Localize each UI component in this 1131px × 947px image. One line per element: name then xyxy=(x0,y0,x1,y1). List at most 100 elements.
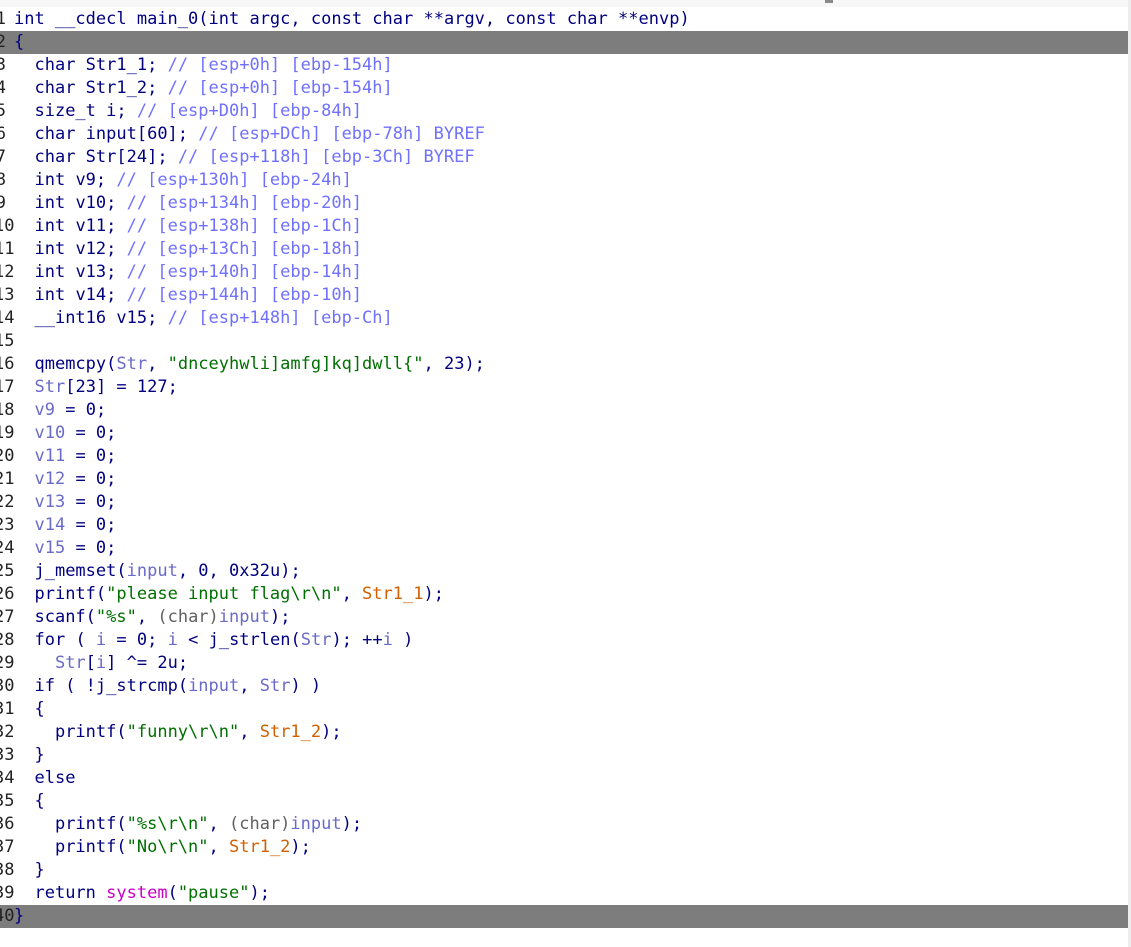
code-line[interactable]: 36 printf("%s\r\n", (char)input); xyxy=(0,813,1131,836)
line-number: 20 xyxy=(0,446,15,466)
token-fn[interactable]: printf xyxy=(55,837,116,857)
token-fn[interactable]: j_strlen xyxy=(209,630,291,650)
token-fn[interactable]: scanf xyxy=(34,607,85,627)
token-pn: , xyxy=(423,354,444,374)
code-line[interactable]: 15 xyxy=(0,330,1131,353)
token-lv[interactable]: v13 xyxy=(34,492,65,512)
code-line[interactable]: 17 Str[23] = 127; xyxy=(0,376,1131,399)
token-lv[interactable]: input xyxy=(219,607,270,627)
line-number: 7 xyxy=(0,147,6,167)
token-lv[interactable]: input xyxy=(188,676,239,696)
code-line[interactable]: 32 printf("funny\r\n", Str1_2); xyxy=(0,721,1131,744)
code-text: __int16 v15; // [esp+148h] [ebp-Ch] xyxy=(14,307,393,330)
token-pn xyxy=(14,584,34,604)
code-line[interactable]: 18 v9 = 0; xyxy=(0,399,1131,422)
code-line[interactable]: 7 char Str[24]; // [esp+118h] [ebp-3Ch] … xyxy=(0,146,1131,169)
code-line[interactable]: 6 char input[60]; // [esp+DCh] [ebp-78h]… xyxy=(0,123,1131,146)
token-fn[interactable]: printf xyxy=(55,814,116,834)
token-pn: ; xyxy=(106,538,117,558)
code-line[interactable]: 26 printf("please input flag\r\n", Str1_… xyxy=(0,583,1131,606)
code-text: Str[23] = 127; xyxy=(14,376,177,399)
code-line[interactable]: 13 int v14; // [esp+144h] [ebp-10h] xyxy=(0,284,1131,307)
token-fn[interactable]: j_memset xyxy=(34,561,116,581)
code-text: char Str[24]; // [esp+118h] [ebp-3Ch] BY… xyxy=(14,146,474,169)
token-lv[interactable]: i xyxy=(96,653,106,673)
code-line[interactable]: 27 scanf("%s", (char)input); xyxy=(0,606,1131,629)
token-lv[interactable]: Str xyxy=(34,377,65,397)
code-line[interactable]: 33 } xyxy=(0,744,1131,767)
token-gv[interactable]: Str1_2 xyxy=(260,722,321,742)
pseudocode-view[interactable]: 1 int __cdecl main_0(int argc, const char… xyxy=(0,0,1131,947)
token-pn: ; xyxy=(106,285,127,305)
token-lv[interactable]: v12 xyxy=(34,469,65,489)
code-line[interactable]: 28 for ( i = 0; i < j_strlen(Str); ++i ) xyxy=(0,629,1131,652)
code-line[interactable]: 25 j_memset(input, 0, 0x32u); xyxy=(0,560,1131,583)
code-line[interactable]: 34 else xyxy=(0,767,1131,790)
code-line[interactable]: 5 size_t i; // [esp+D0h] [ebp-84h] xyxy=(0,100,1131,123)
token-fn[interactable]: printf xyxy=(34,584,95,604)
token-pn: ( xyxy=(116,837,127,857)
token-pn xyxy=(14,561,34,581)
token-fn[interactable]: j_strcmp xyxy=(96,676,178,696)
code-line[interactable]: 39 return system("pause"); xyxy=(0,882,1131,905)
token-pn: ; xyxy=(147,630,168,650)
token-gv[interactable]: Str1_1 xyxy=(362,584,423,604)
code-line[interactable]: 24 v15 = 0; xyxy=(0,537,1131,560)
code-line[interactable]: 19 v10 = 0; xyxy=(0,422,1131,445)
code-line[interactable]: 40} xyxy=(0,905,1131,928)
scroll-indicator[interactable] xyxy=(825,0,833,3)
token-lv[interactable]: v15 xyxy=(34,538,65,558)
token-lv[interactable]: Str xyxy=(55,653,86,673)
token-lv[interactable]: v9 xyxy=(34,400,54,420)
token-pn xyxy=(14,768,34,788)
code-line[interactable]: 16 qmemcpy(Str, "dnceyhwli]amfg]kq]dwll{… xyxy=(0,353,1131,376)
code-text: size_t i; // [esp+D0h] [ebp-84h] xyxy=(14,100,362,123)
code-line[interactable]: 14 __int16 v15; // [esp+148h] [ebp-Ch] xyxy=(0,307,1131,330)
code-line[interactable]: 12 int v13; // [esp+140h] [ebp-14h] xyxy=(0,261,1131,284)
token-imp[interactable]: system xyxy=(106,883,167,903)
token-lv[interactable]: Str xyxy=(116,354,147,374)
token-kw: const char xyxy=(310,9,424,29)
token-lv[interactable]: input xyxy=(290,814,341,834)
code-line[interactable]: 4 char Str1_2; // [esp+0h] [ebp-154h] xyxy=(0,77,1131,100)
line-number: 37 xyxy=(0,837,15,857)
token-num: 0 xyxy=(95,515,107,535)
code-line[interactable]: 2{ xyxy=(0,31,1131,54)
token-fn[interactable]: __cdecl main_0 xyxy=(55,9,198,29)
token-cmt: // [esp+148h] [ebp-Ch] xyxy=(167,308,393,328)
token-lv[interactable]: i xyxy=(96,630,106,650)
token-pn: ; xyxy=(106,423,117,443)
code-line[interactable]: 9 int v10; // [esp+134h] [ebp-20h] xyxy=(0,192,1131,215)
code-line[interactable]: 29 Str[i] ^= 2u; xyxy=(0,652,1131,675)
code-line[interactable]: 10 int v11; // [esp+138h] [ebp-1Ch] xyxy=(0,215,1131,238)
token-pn xyxy=(14,469,34,489)
code-line[interactable]: 35 { xyxy=(0,790,1131,813)
token-gv[interactable]: Str1_2 xyxy=(229,837,290,857)
code-line[interactable]: 11 int v12; // [esp+13Ch] [ebp-18h] xyxy=(0,238,1131,261)
code-line[interactable]: 22 v13 = 0; xyxy=(0,491,1131,514)
token-lv[interactable]: Str xyxy=(301,630,332,650)
token-lv[interactable]: input xyxy=(127,561,178,581)
code-line[interactable]: 38 } xyxy=(0,859,1131,882)
token-lv[interactable]: Str xyxy=(260,676,291,696)
code-line[interactable]: 1 int __cdecl main_0(int argc, const char… xyxy=(0,8,1131,31)
code-line[interactable]: 30 if ( !j_strcmp(input, Str) ) xyxy=(0,675,1131,698)
code-line[interactable]: 8 int v9; // [esp+130h] [ebp-24h] xyxy=(0,169,1131,192)
code-line[interactable]: 31 { xyxy=(0,698,1131,721)
code-line[interactable]: 21 v12 = 0; xyxy=(0,468,1131,491)
token-fn[interactable]: printf xyxy=(55,722,116,742)
token-lv[interactable]: v11 xyxy=(34,446,65,466)
token-fn[interactable]: qmemcpy xyxy=(34,354,106,374)
code-line[interactable]: 20 v11 = 0; xyxy=(0,445,1131,468)
code-line[interactable]: 3 char Str1_1; // [esp+0h] [ebp-154h] xyxy=(0,54,1131,77)
token-lv[interactable]: v10 xyxy=(34,423,65,443)
token-lv[interactable]: v14 xyxy=(34,515,65,535)
token-ty: char xyxy=(34,55,86,75)
token-lv[interactable]: i xyxy=(383,630,393,650)
code-line[interactable]: 23 v14 = 0; xyxy=(0,514,1131,537)
token-pn: ; xyxy=(106,469,117,489)
token-pn: ( xyxy=(116,814,127,834)
code-text: } xyxy=(14,905,24,928)
code-line[interactable]: 37 printf("No\r\n", Str1_2); xyxy=(0,836,1131,859)
token-lv[interactable]: i xyxy=(168,630,178,650)
